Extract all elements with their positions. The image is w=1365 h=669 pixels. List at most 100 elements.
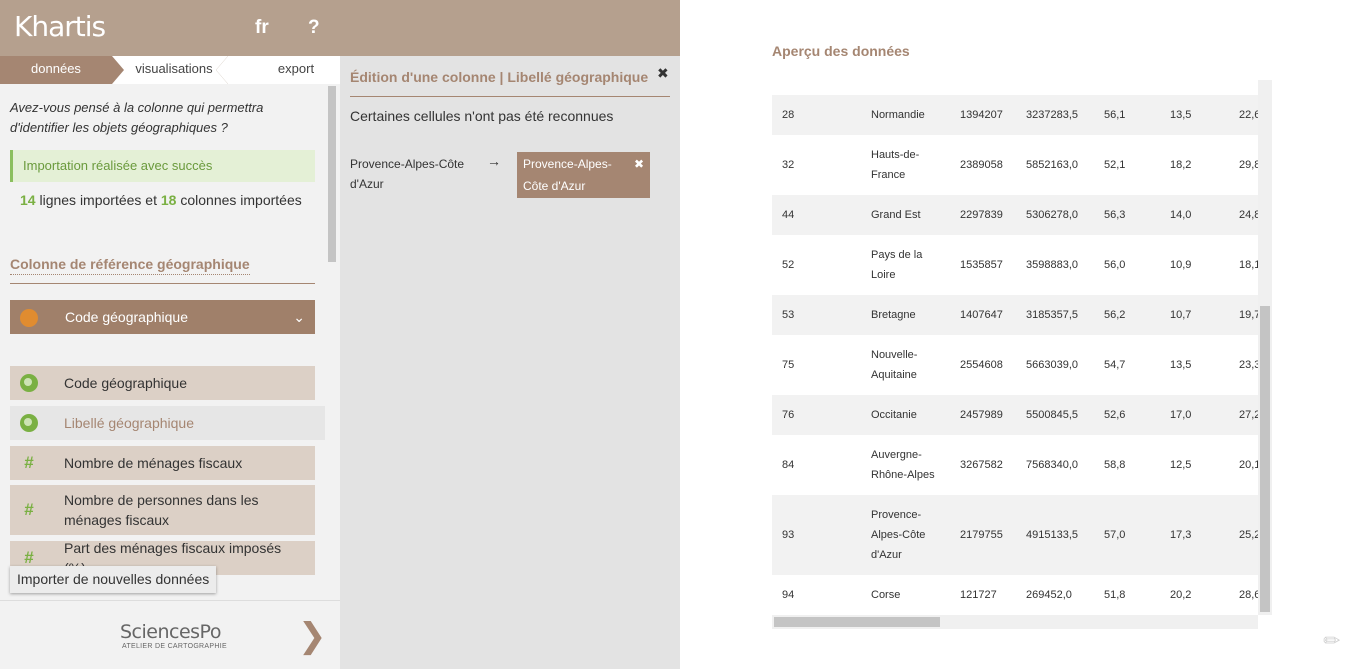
data-preview-table: 28 Normandie 1394207 3237283,5 56,1 13,5 22,6 3…	[772, 80, 1272, 629]
table-cell: 58,8	[1104, 459, 1126, 471]
intro-text: Avez-vous pensé à la colonne qui permett…	[10, 100, 264, 135]
table-cell: 44	[782, 209, 795, 221]
corrected-value-chip[interactable]: Provence-Alpes-Côte d'Azur ✖	[517, 152, 650, 198]
success-message: Importation réalisée avec succès	[10, 150, 315, 182]
table-cell: 20,2	[1170, 589, 1192, 601]
original-value: Provence-Alpes-Côte d'Azur	[350, 157, 465, 191]
table-cell: 269452,0	[1026, 589, 1072, 601]
column-label: Libellé géographique	[64, 415, 194, 431]
tab-donnees[interactable]: données	[0, 56, 124, 84]
geo-reference-dropdown[interactable]: Code géographique ⌄	[10, 300, 315, 334]
tab-export[interactable]: export	[222, 56, 340, 84]
table-cell: 12,5	[1170, 459, 1192, 471]
table-cell: 1407647	[960, 309, 1003, 321]
pencil-icon[interactable]: ✎	[1317, 622, 1348, 655]
table-cell: 56,1	[1104, 109, 1126, 121]
column-label: Nombre de ménages fiscaux	[64, 455, 243, 471]
preview-title: Aperçu des données	[772, 43, 910, 59]
table-cell: 10,9	[1170, 259, 1192, 271]
hash-icon: #	[24, 548, 34, 567]
data-sidebar: Avez-vous pensé à la colonne qui permett…	[0, 84, 340, 600]
help-button[interactable]: ?	[308, 17, 320, 39]
column-label: Nombre de personnes dans les ménages fis…	[64, 492, 259, 528]
table-row: 44 Grand Est 2297839 5306278,0 56,3 14,0 24,8	[772, 195, 1260, 235]
table-cell: 5663039,0	[1026, 359, 1078, 371]
table-cell: 14,0	[1170, 209, 1192, 221]
column-edit-panel: Édition d'une colonne | Libellé géograph…	[340, 56, 680, 669]
table-cell: 94	[782, 589, 795, 601]
chevron-right-icon[interactable]: ❯	[298, 619, 327, 653]
table-cell: Occitanie	[871, 409, 917, 421]
sidebar-scrollbar[interactable]	[328, 86, 336, 262]
table-row: 28 Normandie 1394207 3237283,5 56,1 13,5 22,6	[772, 95, 1260, 135]
table-cell: 2389058	[960, 159, 1003, 171]
section-title: Colonne de référence géographique	[10, 256, 250, 275]
globe-icon	[20, 374, 38, 392]
cols-text: colonnes importées	[180, 192, 302, 208]
table-cell: 5306278,0	[1026, 209, 1078, 221]
table-cell: 56,0	[1104, 259, 1126, 271]
table-cell: 4915133,5	[1026, 529, 1078, 541]
hash-icon: #	[24, 453, 34, 472]
remove-icon[interactable]: ✖	[634, 153, 644, 175]
table-cell: 10,7	[1170, 309, 1192, 321]
table-cell: 76	[782, 409, 795, 421]
table-row: 76 Occitanie 2457989 5500845,5 52,6 17,0 27,2	[772, 395, 1260, 435]
table-cell: 54,7	[1104, 359, 1126, 371]
table-cell: Bretagne	[871, 309, 916, 321]
table-cell: 93	[782, 529, 795, 541]
tab-visualisations[interactable]: visualisations	[112, 56, 228, 84]
table-cell: 57,0	[1104, 529, 1126, 541]
rows-text: lignes importées et	[39, 192, 157, 208]
table-row: 75 Nouvelle-Aquitaine 2554608 5663039,0 54,7…	[772, 335, 1260, 395]
close-icon[interactable]: ✖	[657, 65, 669, 82]
column-item[interactable]: # Nombre de personnes dans les ménages f…	[10, 485, 315, 535]
table-cell: 32	[782, 159, 795, 171]
table-cell: 3237283,5	[1026, 109, 1078, 121]
table-cell: 51,8	[1104, 589, 1126, 601]
table-row: 84 Auvergne-Rhône-Alpes 3267582 7568340,0 58…	[772, 435, 1260, 495]
rows-count: 14	[20, 192, 36, 208]
column-item-selected[interactable]: Libellé géographique	[10, 406, 325, 440]
app-logo[interactable]: Khartis	[14, 10, 106, 43]
table-cell: Provence-Alpes-Côte d'Azur	[871, 509, 926, 561]
unrecognized-message: Certaines cellules n'ont pas été reconnu…	[350, 108, 614, 124]
geo-reference-value: Code géographique	[65, 309, 188, 325]
table-cell: 2297839	[960, 209, 1003, 221]
table-row: 53 Bretagne 1407647 3185357,5 56,2 10,7 19,7	[772, 295, 1260, 335]
table-row: 52 Pays de la Loire 1535857 3598883,0 56,0 10…	[772, 235, 1260, 295]
table-cell: 13,5	[1170, 109, 1192, 121]
table-cell: 5500845,5	[1026, 409, 1078, 421]
table-cell: 56,3	[1104, 209, 1126, 221]
top-bar: Khartis fr ?	[0, 0, 680, 56]
hash-icon: #	[24, 500, 34, 519]
table-cell: 56,2	[1104, 309, 1126, 321]
import-new-data-button[interactable]: Importer de nouvelles données	[10, 566, 217, 593]
corrected-value: Provence-Alpes-Côte d'Azur	[523, 157, 612, 193]
step-tabs: données visualisations export	[0, 56, 340, 84]
table-cell: Pays de la Loire	[871, 249, 923, 281]
table-cell: 2554608	[960, 359, 1003, 371]
table-cell: 7568340,0	[1026, 459, 1078, 471]
globe-icon	[20, 309, 38, 327]
sciencespo-subtitle: ATELIER DE CARTOGRAPHIE	[122, 643, 227, 650]
table-cell: 75	[782, 359, 795, 371]
table-cell: 17,3	[1170, 529, 1192, 541]
column-item[interactable]: Code géographique	[10, 366, 315, 400]
table-row: 94 Corse 121727 269452,0 51,8 20,2 28,6	[772, 575, 1260, 615]
column-item[interactable]: # Nombre de ménages fiscaux	[10, 446, 315, 480]
sciencespo-logo: SciencesPo	[120, 621, 221, 643]
language-switch[interactable]: fr	[255, 17, 269, 39]
table-row: 32 Hauts-de-France 2389058 5852163,0 52,1 18,…	[772, 135, 1260, 195]
table-cell: 52,6	[1104, 409, 1126, 421]
table-cell: 3598883,0	[1026, 259, 1078, 271]
table-cell: Hauts-de-France	[871, 149, 920, 181]
section-divider	[10, 283, 315, 284]
arrow-right-icon: →	[487, 153, 501, 169]
vertical-scrollbar-thumb[interactable]	[1260, 306, 1270, 612]
horizontal-scrollbar-thumb[interactable]	[774, 617, 940, 627]
table-cell: 121727	[960, 589, 997, 601]
table-cell: Normandie	[871, 109, 925, 121]
cols-count: 18	[160, 192, 177, 208]
import-summary: 14 lignes importées et 18 colonnes impor…	[20, 192, 302, 208]
